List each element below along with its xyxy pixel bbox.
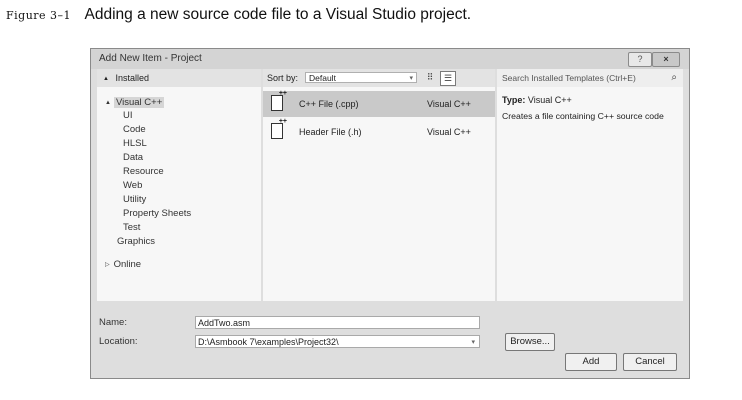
location-label: Location:: [99, 336, 138, 347]
templates-panel: Sort by: Default ▾ ⠿ ☰ ++ C++ File (.cpp…: [263, 69, 495, 301]
categories-panel: ▲ Installed ▲ Visual C++ UI Code HLSL Dat…: [97, 69, 261, 301]
sort-by-value: Default: [309, 73, 336, 83]
tree-item-visual-cpp[interactable]: ▲ Visual C++: [105, 97, 165, 108]
browse-button[interactable]: Browse...: [505, 333, 555, 351]
template-name: Header File (.h): [299, 127, 362, 137]
tree-item-graphics[interactable]: Graphics: [117, 236, 155, 247]
tree-item-web[interactable]: Web: [123, 180, 142, 191]
list-view-icon[interactable]: ☰: [440, 71, 456, 86]
name-label: Name:: [99, 317, 127, 328]
cpp-file-icon: ++: [271, 90, 287, 111]
location-select[interactable]: D:\Asmbook 7\examples\Project32\ ▾: [195, 335, 480, 348]
details-panel: Search Installed Templates (Ctrl+E) ⌕ Ty…: [497, 69, 683, 301]
chevron-down-icon: ▾: [471, 339, 475, 346]
sort-by-select[interactable]: Default ▾: [305, 72, 417, 83]
templates-toolbar: Sort by: Default ▾ ⠿ ☰: [263, 69, 495, 87]
tree-item-label: Visual C++: [113, 97, 165, 108]
tree-item-data[interactable]: Data: [123, 152, 143, 163]
cancel-button[interactable]: Cancel: [623, 353, 677, 371]
template-language: Visual C++: [427, 127, 471, 137]
type-value: Visual C++: [527, 95, 572, 105]
tree-item-online[interactable]: ▷ Online: [105, 259, 141, 270]
tree-item-hlsl[interactable]: HLSL: [123, 138, 147, 149]
help-button[interactable]: ?: [628, 52, 652, 67]
figure-label: Figure 3–1: [6, 9, 72, 22]
installed-header[interactable]: ▲ Installed: [97, 69, 261, 87]
template-name: C++ File (.cpp): [299, 99, 359, 109]
search-placeholder: Search Installed Templates (Ctrl+E): [502, 73, 636, 83]
chevron-down-icon: ▾: [409, 75, 413, 82]
tree-item-ui[interactable]: UI: [123, 110, 133, 121]
add-button[interactable]: Add: [565, 353, 617, 371]
expand-icon: ▲: [103, 76, 109, 82]
tree-item-test[interactable]: Test: [123, 222, 140, 233]
tree-item-property-sheets[interactable]: Property Sheets: [123, 208, 191, 219]
dialog-title: Add New Item - Project: [99, 53, 202, 64]
search-input[interactable]: Search Installed Templates (Ctrl+E) ⌕: [497, 69, 683, 87]
add-new-item-dialog: Add New Item - Project ? × ▲ Installed ▲…: [90, 48, 690, 379]
sort-by-label: Sort by:: [267, 73, 299, 83]
close-button[interactable]: ×: [652, 52, 680, 67]
type-label: Type:: [502, 95, 526, 105]
caption-text: Adding a new source code file to a Visua…: [84, 6, 472, 23]
header-file-icon: ++: [271, 118, 287, 139]
dialog-titlebar: Add New Item - Project ? ×: [91, 49, 689, 69]
collapsed-icon: ▷: [105, 262, 110, 268]
tree-item-resource[interactable]: Resource: [123, 166, 164, 177]
template-item-cpp-file[interactable]: ++ C++ File (.cpp) Visual C++: [263, 90, 495, 117]
tree-item-label: Online: [113, 259, 142, 270]
tree-item-utility[interactable]: Utility: [123, 194, 146, 205]
template-language: Visual C++: [427, 99, 471, 109]
template-description: Creates a file containing C++ source cod…: [502, 111, 664, 121]
name-value: AddTwo.asm: [198, 318, 251, 328]
location-value: D:\Asmbook 7\examples\Project32\: [198, 337, 339, 347]
expand-icon: ▲: [105, 100, 111, 106]
installed-label: Installed: [115, 73, 149, 83]
template-item-header-file[interactable]: ++ Header File (.h) Visual C++: [263, 118, 495, 145]
tree-item-code[interactable]: Code: [123, 124, 146, 135]
name-field[interactable]: AddTwo.asm: [195, 316, 480, 329]
medium-icons-view-icon[interactable]: ⠿: [423, 71, 437, 84]
figure-caption: Figure 3–1 Adding a new source code file…: [6, 6, 471, 24]
type-line: Type: Visual C++: [502, 95, 572, 105]
search-icon[interactable]: ⌕: [671, 69, 677, 87]
